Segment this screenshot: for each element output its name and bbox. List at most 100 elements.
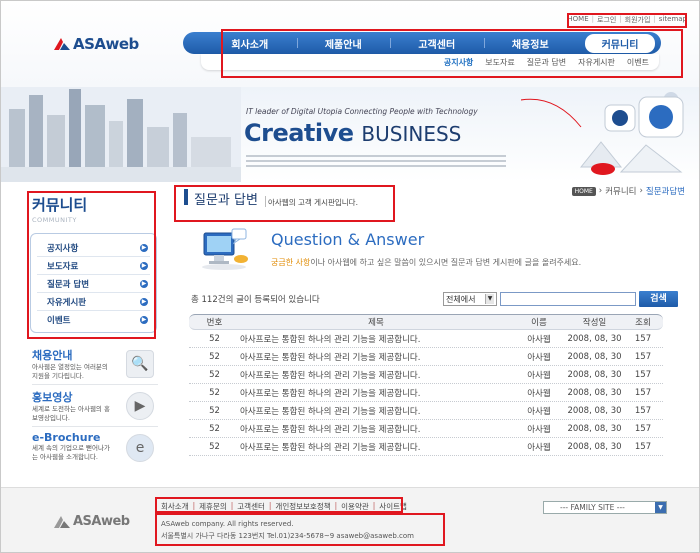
row-name: 아사웹 [527, 442, 551, 453]
gnb-recruit[interactable]: 채용정보 [483, 36, 578, 51]
table-row[interactable]: 52 아사프로는 통합된 하나의 관리 기능을 제공합니다. 아사웹 2008,… [189, 420, 663, 438]
row-subject-link[interactable]: 아사프로는 통합된 하나의 관리 기능을 제공합니다. [240, 351, 512, 363]
sidebar-item-notice[interactable]: 공지사항 ▶ [37, 239, 150, 257]
total-count-text: 총 112건의 글이 등록되어 있습니다 [191, 295, 320, 305]
row-subject-link[interactable]: 아사프로는 통합된 하나의 관리 기능을 제공합니다. [240, 423, 512, 435]
footer-logo: ASAweb [53, 514, 130, 529]
row-subject-link[interactable]: 아사프로는 통합된 하나의 관리 기능을 제공합니다. [240, 369, 512, 381]
footer-logo-text: ASAweb [73, 514, 130, 529]
row-name: 아사웹 [527, 424, 551, 435]
sidebar-item-label: 이벤트 [47, 316, 71, 326]
row-hits: 157 [634, 333, 652, 344]
row-subject-link[interactable]: 아사프로는 통합된 하나의 관리 기능을 제공합니다. [240, 333, 512, 345]
promo-recruit[interactable]: 채용안내 아사웹은 열정있는 여러분의 지원을 기다립니다. 🔍 [32, 347, 158, 385]
banner-title-bold: Creative [244, 119, 354, 147]
footer-copyright: ASAweb company. All rights reserved. [161, 520, 294, 528]
search-bar: 전체에서 ▼ 검색 [443, 291, 678, 307]
row-subject-link[interactable]: 아사프로는 통합된 하나의 관리 기능을 제공합니다. [240, 405, 512, 417]
qa-heading: Question & Answer [271, 230, 425, 249]
search-button[interactable]: 검색 [639, 291, 678, 307]
row-subject-link[interactable]: 아사프로는 통합된 하나의 관리 기능을 제공합니다. [240, 441, 512, 453]
gnb-company[interactable]: 회사소개 [203, 36, 297, 51]
footer-link-privacy[interactable]: 개인정보보호정책 [275, 501, 330, 512]
footer-link-terms[interactable]: 이용약관 [341, 501, 369, 512]
sidebar-item-event[interactable]: 이벤트 ▶ [37, 311, 150, 329]
footer-link-company[interactable]: 회사소개 [161, 501, 189, 512]
banner-decorative-text [246, 155, 506, 170]
site-logo[interactable]: ASAweb [53, 35, 139, 53]
magnifier-document-icon: 🔍 [126, 350, 154, 378]
chevron-right-icon: › [598, 186, 603, 196]
table-row[interactable]: 52 아사프로는 통합된 하나의 관리 기능을 제공합니다. 아사웹 2008,… [189, 348, 663, 366]
chevron-down-icon: ▼ [485, 294, 494, 304]
row-no: 52 [209, 423, 220, 434]
footer-link-customer-center[interactable]: 고객센터 [237, 501, 265, 512]
footer-link-sitemap[interactable]: 사이트맵 [379, 501, 407, 512]
top-menu-join[interactable]: 회원가입 [625, 15, 651, 25]
circle-arrow-icon: ▶ [140, 316, 148, 324]
row-hits: 157 [634, 369, 652, 380]
subnav-free-board[interactable]: 자유게시판 [578, 57, 615, 68]
row-date: 2008, 08, 30 [567, 351, 622, 362]
promo-video[interactable]: 홍보영상 세계로 도전하는 아사웹의 홍보영상입니다. ▶ [32, 389, 158, 427]
banner-title: Creative BUSINESS [244, 119, 461, 147]
subnav-notice[interactable]: 공지사항 [444, 57, 473, 68]
table-row[interactable]: 52 아사프로는 통합된 하나의 관리 기능을 제공합니다. 아사웹 2008,… [189, 366, 663, 384]
column-header-hits: 조회 [635, 318, 651, 328]
breadcrumb-section[interactable]: 커뮤니티 [605, 185, 636, 197]
sidebar-item-press[interactable]: 보도자료 ▶ [37, 257, 150, 275]
row-hits: 157 [634, 351, 652, 362]
row-subject-link[interactable]: 아사프로는 통합된 하나의 관리 기능을 제공합니다. [240, 387, 512, 399]
breadcrumb: HOME › 커뮤니티 › 질문과답변 [571, 185, 685, 197]
subnav-press[interactable]: 보도자료 [485, 57, 514, 68]
table-row[interactable]: 52 아사프로는 통합된 하나의 관리 기능을 제공합니다. 아사웹 2008,… [189, 384, 663, 402]
row-name: 아사웹 [527, 406, 551, 417]
column-header-date: 작성일 [582, 318, 607, 328]
gnb-customer-center[interactable]: 고객센터 [390, 36, 484, 51]
top-menu-home[interactable]: HOME [567, 15, 588, 25]
page-description: 아사웹의 고객 게시판입니다. [268, 198, 358, 207]
page-title: 질문과 답변 [194, 193, 258, 208]
gnb-products[interactable]: 제품안내 [296, 36, 391, 51]
row-hits: 157 [634, 387, 652, 398]
footer-address: 서울특별시 가나구 다라동 123번지 Tel.01)234-5678~9 as… [161, 532, 415, 540]
row-date: 2008, 08, 30 [567, 387, 622, 398]
city-skyline-image [1, 87, 241, 182]
qa-description: 궁금한 사항이나 아사웹에 하고 싶은 말씀이 있으시면 질문과 답변 게시판에… [271, 257, 581, 268]
search-scope-value: 전체에서 [446, 294, 476, 304]
search-scope-select[interactable]: 전체에서 ▼ [443, 292, 497, 306]
gnb-community[interactable]: 커뮤니티 [585, 33, 655, 53]
top-menu-sitemap[interactable]: sitemap [659, 15, 687, 25]
circle-arrow-icon: ▶ [140, 297, 148, 306]
chevron-down-icon: ▼ [655, 502, 666, 513]
sidebar-title: 커뮤니티 [32, 196, 88, 214]
breadcrumb-home[interactable]: HOME [571, 186, 596, 196]
search-input[interactable] [500, 292, 636, 306]
family-site-select[interactable]: --- FAMILY SITE --- ▼ [543, 501, 667, 514]
row-no: 52 [209, 441, 220, 452]
top-menu-login[interactable]: 로그인 [597, 15, 616, 25]
sidebar-item-qna[interactable]: 질문과 답변 ▶ [37, 275, 150, 293]
qa-description-text: 이나 아사웹에 하고 싶은 말씀이 있으시면 질문과 답변 게시판에 글을 올려… [310, 258, 582, 267]
row-name: 아사웹 [527, 334, 551, 345]
row-hits: 157 [634, 441, 652, 452]
table-row[interactable]: 52 아사프로는 통합된 하나의 관리 기능을 제공합니다. 아사웹 2008,… [189, 330, 663, 348]
row-date: 2008, 08, 30 [567, 333, 622, 344]
sidebar-subtitle: COMMUNITY [32, 216, 77, 224]
table-row[interactable]: 52 아사프로는 통합된 하나의 관리 기능을 제공합니다. 아사웹 2008,… [189, 438, 663, 456]
table-row[interactable]: 52 아사프로는 통합된 하나의 관리 기능을 제공합니다. 아사웹 2008,… [189, 402, 663, 420]
play-icon: ▶ [126, 392, 154, 420]
top-utility-menu: HOME | 로그인 | 회원가입 | sitemap [567, 15, 687, 25]
subnav-event[interactable]: 이벤트 [627, 57, 649, 68]
row-no: 52 [209, 369, 220, 380]
row-name: 아사웹 [527, 370, 551, 381]
footer-link-partnership[interactable]: 제휴문의 [199, 501, 227, 512]
promo-brochure[interactable]: e-Brochure 세계 속의 기업으로 뻗어나가는 아사웹을 소개합니다. … [32, 431, 158, 469]
sub-nav: 공지사항 보도자료 질문과 답변 자유게시판 이벤트 [201, 54, 659, 70]
banner-tagline: IT leader of Digital Utopia Connecting P… [246, 107, 478, 116]
subnav-qna[interactable]: 질문과 답변 [527, 57, 566, 68]
footer: ASAweb 회사소개 | 제휴문의 | 고객센터 | 개인정보보호정책 | 이용약관 |… [1, 487, 699, 552]
title-divider [265, 196, 266, 207]
sidebar-item-free-board[interactable]: 자유게시판 ▶ [37, 293, 150, 311]
sidebar-item-label: 공지사항 [47, 243, 79, 254]
